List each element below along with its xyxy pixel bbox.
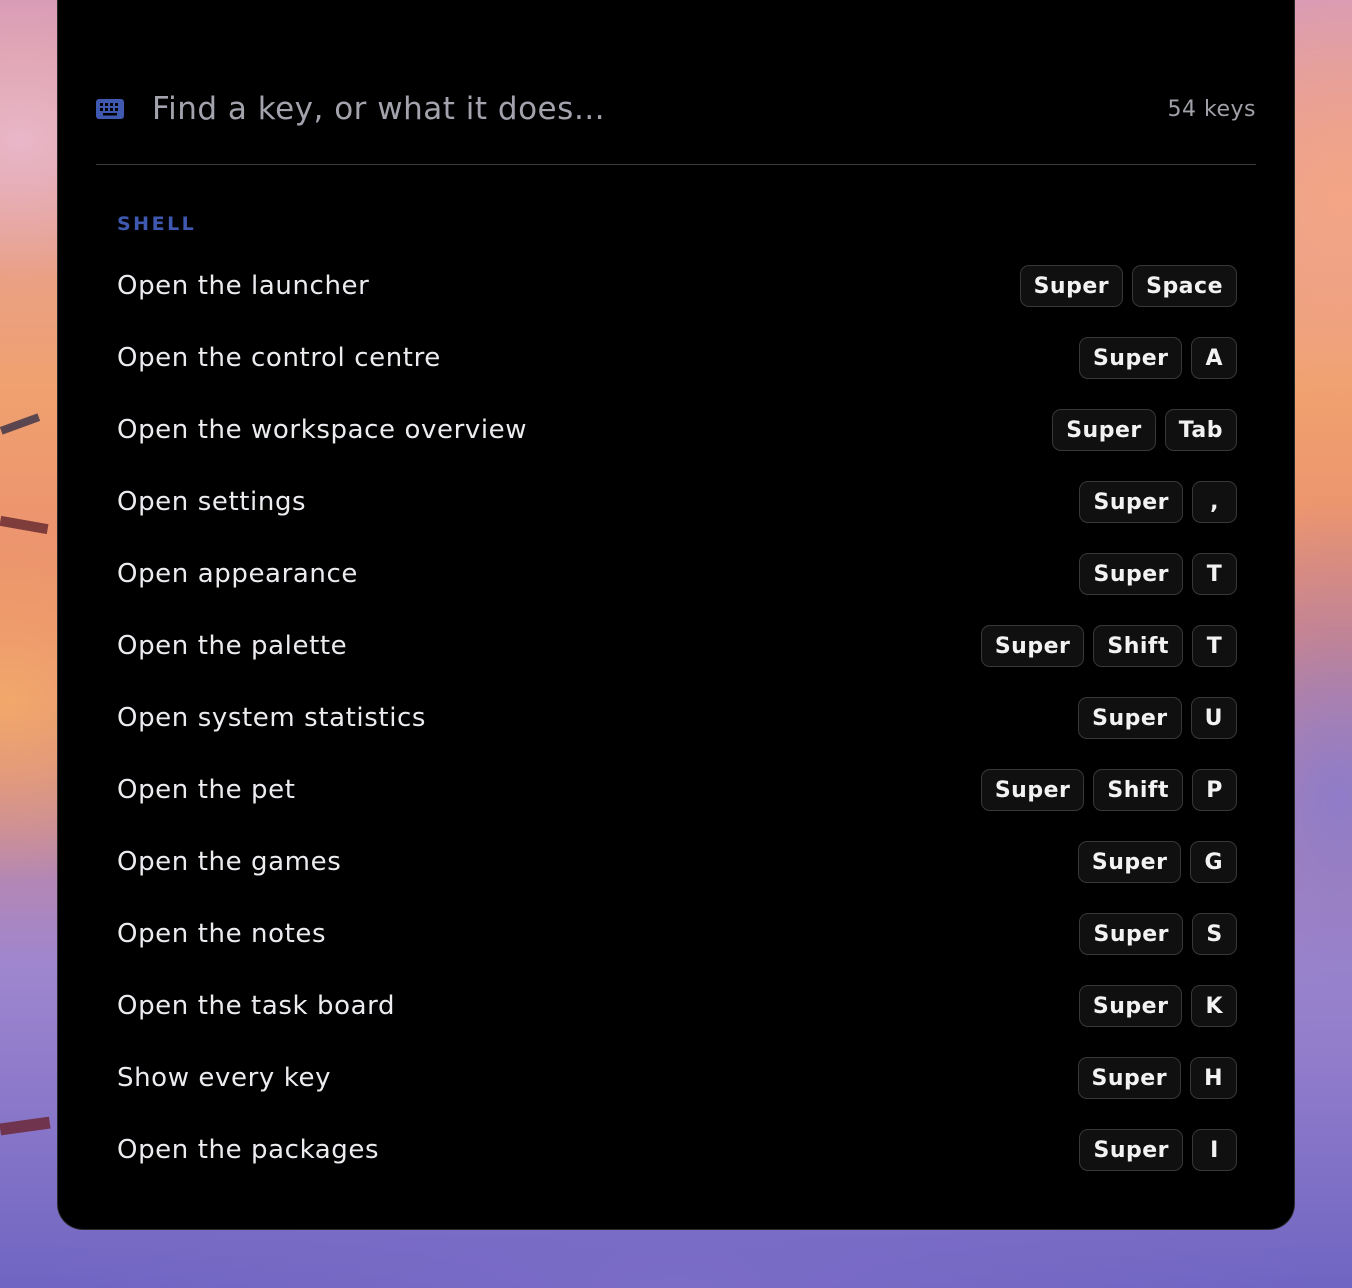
divider [96, 164, 1256, 165]
shortcut-label: Show every key [117, 1063, 332, 1093]
wallpaper-decoration [0, 515, 49, 535]
key-cap: Shift [1093, 625, 1183, 667]
wallpaper-decoration [0, 413, 41, 435]
shortcut-row[interactable]: Open appearance Super T [117, 538, 1237, 610]
shortcut-label: Open the task board [117, 991, 396, 1021]
key-cap: Super [1078, 697, 1182, 739]
shortcut-row[interactable]: Show every key Super H [117, 1042, 1237, 1114]
key-combo: Super S [1079, 913, 1237, 955]
shortcut-label: Open the pet [117, 775, 296, 805]
key-cap: Super [1019, 265, 1124, 307]
shortcut-row[interactable]: Open the games Super G [117, 826, 1237, 898]
shortcut-list: Open the launcher Super Space Open the cont… [117, 250, 1237, 1186]
keybindings-panel: 54 keys SHELL Open the launcherSuperSpac… [57, 0, 1295, 1230]
key-cap: Super [1078, 337, 1183, 379]
key-cap: , [1192, 481, 1237, 523]
key-combo: Super H [1077, 1057, 1237, 1099]
shortcut-row[interactable]: Open the pet Super Shift P [117, 754, 1237, 826]
key-cap: Super [980, 769, 1085, 811]
key-cap: P [1192, 769, 1237, 811]
shortcut-row[interactable]: Open settings Super, [117, 466, 1237, 538]
section-title: SHELL [117, 213, 197, 235]
shortcut-label: Open the palette [117, 631, 348, 661]
key-cap: Super [1079, 553, 1183, 595]
shortcut-label: Open the games [117, 847, 342, 877]
key-cap: Super [1078, 985, 1183, 1027]
key-combo: Super I [1079, 1129, 1237, 1171]
shortcut-row[interactable]: Open system statistics Super U [117, 682, 1237, 754]
key-cap: A [1191, 337, 1237, 379]
key-combo: Super K [1078, 985, 1237, 1027]
key-cap: G [1190, 841, 1237, 883]
key-combo: Super Shift P [980, 769, 1237, 811]
key-cap: S [1192, 913, 1237, 955]
key-combo: Super T [1079, 553, 1237, 595]
key-cap: Super [1079, 1129, 1183, 1171]
key-count-label: 54 keys [1167, 96, 1256, 122]
key-combo: Super G [1077, 841, 1237, 883]
key-cap: T [1192, 625, 1237, 667]
key-cap: Super [1052, 409, 1156, 451]
keyboard-icon [96, 95, 124, 123]
shortcut-row[interactable]: Open the workspace overview Super Tab [117, 394, 1237, 466]
key-combo: Super Shift T [980, 625, 1237, 667]
key-cap: Space [1132, 265, 1237, 307]
shortcut-label: Open the packages [117, 1135, 380, 1165]
wallpaper-decoration [0, 1116, 51, 1136]
shortcut-row[interactable]: Open the launcher Super Space [117, 250, 1237, 322]
key-cap: K [1191, 985, 1237, 1027]
shortcut-label: Open the launcher [117, 271, 370, 301]
shortcut-row[interactable]: Open the notes Super S [117, 898, 1237, 970]
key-cap: T [1192, 553, 1237, 595]
shortcut-row[interactable]: Open the palette Super Shift T [117, 610, 1237, 682]
shortcut-row[interactable]: Open the control centre Super A [117, 322, 1237, 394]
key-cap: U [1190, 697, 1237, 739]
key-cap: Super [1077, 841, 1182, 883]
shortcut-label: Open the notes [117, 919, 327, 949]
shortcut-row[interactable]: Open the task board Super K [117, 970, 1237, 1042]
shortcut-label: Open settings [117, 487, 307, 517]
key-combo: Super Tab [1052, 409, 1237, 451]
shortcut-row[interactable]: Open the packages Super I [117, 1114, 1237, 1186]
key-cap: Super [980, 625, 1085, 667]
key-cap: I [1192, 1129, 1237, 1171]
shortcut-label: Open the control centre [117, 343, 441, 373]
shortcut-label: Open appearance [117, 559, 358, 589]
search-input[interactable] [152, 91, 1168, 127]
key-cap: Tab [1164, 409, 1237, 451]
shortcut-label: Open system statistics [117, 703, 427, 733]
search-bar: 54 keys [96, 80, 1256, 138]
key-cap: H [1190, 1057, 1237, 1099]
key-combo: Super U [1078, 697, 1237, 739]
key-cap: Shift [1093, 769, 1183, 811]
key-combo: Super A [1078, 337, 1237, 379]
key-cap: Super [1077, 1057, 1182, 1099]
key-combo: Super Space [1019, 265, 1237, 307]
key-cap: Super [1079, 913, 1183, 955]
shortcut-label: Open the workspace overview [117, 415, 528, 445]
key-cap: Super [1079, 481, 1183, 523]
key-combo: Super, [1079, 481, 1237, 523]
